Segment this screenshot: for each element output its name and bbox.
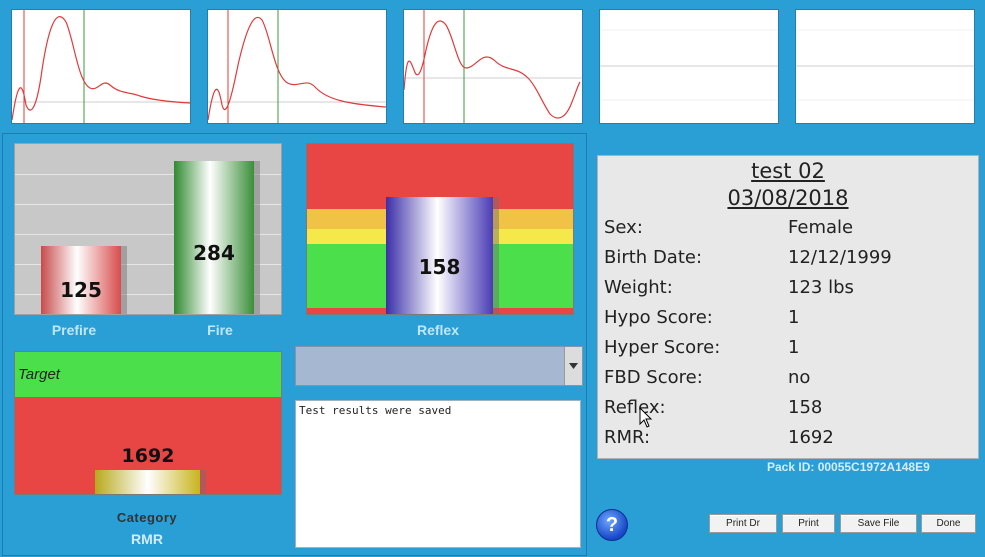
sex-value: Female	[788, 217, 854, 238]
hyper-score-key: Hyper Score:	[604, 337, 721, 358]
rmr-key: RMR:	[604, 427, 651, 448]
fbd-score-value: no	[788, 367, 811, 388]
waveform-panel-1	[11, 9, 191, 124]
waveform-strip	[0, 0, 985, 129]
hyper-score-value: 1	[788, 337, 800, 358]
sex-key: Sex:	[604, 217, 643, 238]
rmr-label: RMR	[131, 531, 163, 547]
done-button[interactable]: Done	[921, 514, 976, 533]
test-date: 03/08/2018	[727, 186, 849, 210]
weight-key: Weight:	[604, 277, 673, 298]
reflex-chart: 158	[306, 143, 574, 315]
prefire-fire-chart: 125 284	[14, 143, 282, 315]
weight-value: 123 lbs	[788, 277, 854, 298]
patient-info-card: test 02 03/08/2018 Sex: Female Birth Dat…	[597, 155, 979, 459]
hypo-score-key: Hypo Score:	[604, 307, 713, 328]
target-zone: Target	[15, 352, 281, 397]
fbd-score-key: FBD Score:	[604, 367, 703, 388]
waveform-panel-3	[403, 9, 583, 124]
fire-value: 284	[193, 241, 235, 265]
patient-name: test 02	[751, 159, 825, 183]
reflex-field-value: 158	[788, 397, 823, 418]
rmr-value: 1692	[121, 445, 175, 467]
reflex-label: Reflex	[416, 322, 460, 338]
reflex-value: 158	[418, 255, 461, 279]
pack-id: Pack ID: 00055C1972A148E9	[767, 460, 930, 474]
fire-bar: 284	[174, 161, 254, 314]
save-file-button[interactable]: Save File	[840, 514, 917, 533]
birth-date-key: Birth Date:	[604, 247, 703, 268]
prefire-bar: 125	[41, 246, 121, 314]
rmr-chart: Target 1692	[14, 351, 282, 495]
hypo-score-value: 1	[788, 307, 800, 328]
mouse-pointer-icon	[639, 407, 653, 428]
target-label: Target	[18, 366, 60, 383]
rmr-bar	[95, 470, 200, 494]
waveform-panel-4	[599, 9, 779, 124]
prefire-value: 125	[60, 278, 102, 302]
log-textarea[interactable]: Test results were saved	[295, 400, 581, 548]
waveform-panel-2	[207, 9, 387, 124]
rmr-field-value: 1692	[788, 427, 834, 448]
category-label: Category	[116, 510, 178, 525]
reflex-bar: 158	[386, 197, 493, 314]
question-circle-icon: ?	[605, 513, 619, 536]
print-dr-button[interactable]: Print Dr	[709, 514, 777, 533]
fire-label: Fire	[207, 322, 233, 338]
waveform-panel-5	[795, 9, 975, 124]
help-button[interactable]: ?	[596, 509, 628, 541]
reflex-key: Reflex:	[604, 397, 666, 418]
result-dropdown[interactable]	[295, 346, 583, 386]
chevron-down-icon[interactable]	[564, 347, 582, 385]
birth-date-value: 12/12/1999	[788, 247, 892, 268]
prefire-label: Prefire	[51, 322, 97, 338]
print-button[interactable]: Print	[782, 514, 835, 533]
log-message: Test results were saved	[299, 404, 452, 417]
